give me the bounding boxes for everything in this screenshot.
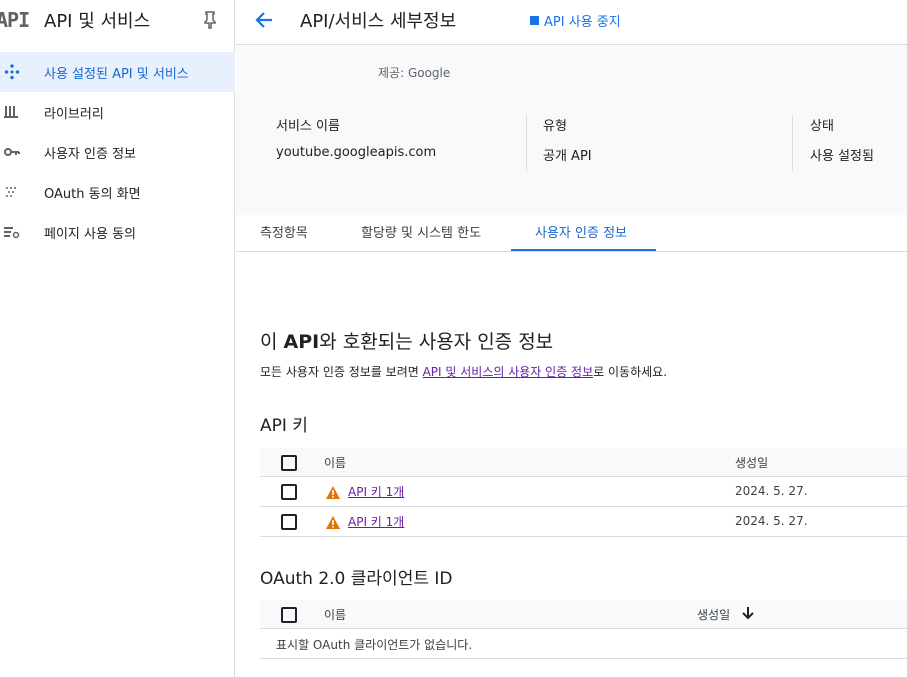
table-row: API 키 1개 2024. 5. 27.: [260, 477, 907, 507]
section-title: 이 API와 호환되는 사용자 인증 정보: [260, 327, 553, 354]
oauth-clients-table: 이름 생성일 표시할 OAuth 클라이언트가 없습니다.: [260, 600, 907, 659]
row-checkbox[interactable]: [281, 484, 297, 500]
table-header: 이름 생성일: [260, 448, 907, 477]
sidebar-item-credentials[interactable]: 사용자 인증 정보: [0, 132, 235, 172]
desc-prefix: 모든 사용자 인증 정보를 보려면: [260, 365, 423, 379]
api-keys-table: 이름 생성일 API 키 1개 2024. 5. 27. API 키 1개 20…: [260, 448, 907, 537]
column-header-name: 이름: [324, 608, 347, 622]
sidebar: API API 및 서비스 사용 설정된 API 및 서비스 라이브러리 사용자…: [0, 0, 235, 677]
table-header: 이름 생성일: [260, 600, 907, 629]
tab-bar: 측정항목 할당량 및 시스템 한도 사용자 인증 정보: [236, 215, 907, 252]
sidebar-item-label: 사용자 인증 정보: [44, 147, 136, 162]
empty-message: 표시할 OAuth 클라이언트가 없습니다.: [276, 638, 473, 652]
select-all-checkbox[interactable]: [281, 607, 297, 623]
service-info-panel: 제공: Google 서비스 이름 youtube.googleapis.com…: [236, 45, 907, 215]
api-keys-title: API 키: [260, 416, 308, 436]
page-title: API/서비스 세부정보: [300, 11, 457, 32]
api-key-link[interactable]: API 키 1개: [348, 513, 404, 530]
sidebar-item-page-consent[interactable]: 페이지 사용 동의: [0, 212, 235, 252]
sidebar-item-label: 페이지 사용 동의: [44, 227, 136, 242]
service-name-label: 서비스 이름: [276, 119, 340, 134]
service-name-column: 서비스 이름 youtube.googleapis.com: [276, 115, 436, 160]
disable-api-label: API 사용 중지: [544, 15, 621, 30]
column-header-created[interactable]: 생성일: [697, 606, 730, 623]
provider-text: 제공: Google: [378, 66, 451, 80]
top-bar: API/서비스 세부정보 API 사용 중지: [236, 0, 907, 45]
diamond-dots-icon: [4, 63, 20, 80]
table-row: API 키 1개 2024. 5. 27.: [260, 507, 907, 537]
status-column: 상태 사용 설정됨: [810, 115, 874, 164]
credentials-page-link[interactable]: API 및 서비스의 사용자 인증 정보: [423, 365, 594, 379]
type-column: 유형 공개 API: [543, 115, 592, 164]
tab-label: 사용자 인증 정보: [535, 226, 627, 241]
row-checkbox[interactable]: [281, 514, 297, 530]
key-icon: [4, 144, 20, 160]
sidebar-item-enabled-apis[interactable]: 사용 설정된 API 및 서비스: [0, 52, 235, 92]
section-title-prefix: 이: [260, 331, 284, 353]
tab-quotas[interactable]: 할당량 및 시스템 한도: [336, 215, 511, 251]
sidebar-item-label: 사용 설정된 API 및 서비스: [44, 67, 189, 82]
select-all-checkbox[interactable]: [281, 455, 297, 471]
api-logo: API: [0, 8, 30, 32]
back-arrow-icon[interactable]: [252, 8, 280, 32]
tab-metrics[interactable]: 측정항목: [236, 215, 336, 251]
pin-icon[interactable]: [202, 10, 218, 30]
sidebar-item-label: OAuth 동의 화면: [44, 187, 141, 202]
desc-suffix: 로 이동하세요.: [593, 365, 668, 379]
created-date: 2024. 5. 27.: [735, 484, 808, 498]
sidebar-title: API 및 서비스: [44, 11, 151, 32]
type-value: 공개 API: [543, 149, 592, 164]
tab-credentials[interactable]: 사용자 인증 정보: [511, 215, 656, 251]
column-header-created: 생성일: [735, 456, 769, 470]
library-icon: [4, 104, 20, 120]
sidebar-item-label: 라이브러리: [44, 107, 104, 122]
service-name-value: youtube.googleapis.com: [276, 145, 437, 160]
divider: [792, 115, 793, 171]
api-key-link[interactable]: API 키 1개: [348, 483, 404, 500]
column-header-name: 이름: [324, 456, 347, 470]
divider: [526, 115, 527, 171]
disable-api-button[interactable]: API 사용 중지: [530, 11, 621, 30]
section-title-suffix: 와 호환되는 사용자 인증 정보: [319, 331, 554, 353]
section-description: 모든 사용자 인증 정보를 보려면 API 및 서비스의 사용자 인증 정보로 …: [260, 363, 667, 380]
warning-icon: [326, 484, 340, 499]
sidebar-item-oauth-consent[interactable]: OAuth 동의 화면: [0, 172, 235, 212]
status-value: 사용 설정됨: [810, 149, 874, 164]
created-date: 2024. 5. 27.: [735, 514, 808, 528]
tab-label: 할당량 및 시스템 한도: [361, 226, 482, 241]
tab-label: 측정항목: [260, 226, 308, 241]
settings-list-icon: [4, 224, 20, 240]
dotted-grid-icon: [4, 184, 20, 200]
section-title-bold: API: [283, 331, 320, 353]
sidebar-item-library[interactable]: 라이브러리: [0, 92, 235, 132]
stop-icon: [530, 16, 539, 25]
oauth-clients-title: OAuth 2.0 클라이언트 ID: [260, 569, 453, 589]
warning-icon: [326, 514, 340, 529]
status-label: 상태: [810, 119, 834, 134]
table-row-empty: 표시할 OAuth 클라이언트가 없습니다.: [260, 629, 907, 659]
sidebar-header: API API 및 서비스: [0, 0, 235, 44]
type-label: 유형: [543, 119, 567, 134]
sort-descending-icon[interactable]: [741, 605, 755, 621]
